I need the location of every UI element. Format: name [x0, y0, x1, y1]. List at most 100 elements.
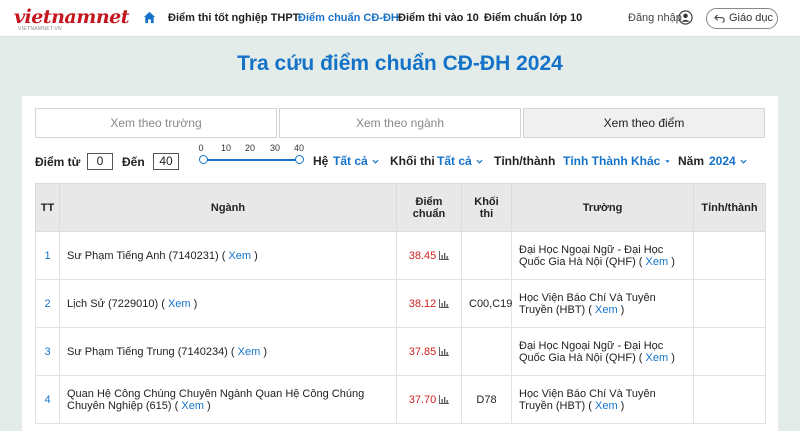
- cell-tinh-thanh: [693, 327, 766, 376]
- user-icon[interactable]: [678, 10, 693, 25]
- score-value: 37.70: [408, 393, 437, 406]
- bar-chart-icon[interactable]: [439, 346, 450, 356]
- slider-tick-label: 40: [293, 143, 305, 153]
- nav-item-diem-chuan-lop-10[interactable]: Điểm chuẩn lớp 10: [484, 12, 582, 24]
- score-value: 38.45: [408, 249, 437, 262]
- cell-nganh: Lịch Sử (7229010) ( Xem ): [59, 279, 397, 328]
- header-khoi-line1: Khối: [474, 195, 499, 208]
- filter-bar: Điểm từ 0 Đến 40 Hệ Tất cả Khối thi Tất …: [35, 148, 765, 176]
- xem-link[interactable]: Xem: [646, 352, 669, 364]
- page-title: Tra cứu điểm chuẩn CĐ-ĐH 2024: [237, 52, 563, 75]
- score-from-input[interactable]: 0: [87, 153, 113, 170]
- chevron-down-icon: [372, 159, 379, 164]
- tinh-thanh-label: Tỉnh/thành: [494, 154, 556, 168]
- tinh-thanh-select[interactable]: Tỉnh Thành Khác: [563, 154, 671, 168]
- header-truong: Trường: [511, 183, 694, 232]
- header-diem-chuan: Điểm chuẩn: [396, 183, 462, 232]
- cell-tinh-thanh: [693, 231, 766, 280]
- khoi-thi-select[interactable]: Tất cả: [437, 154, 483, 168]
- bar-chart-icon[interactable]: [439, 298, 450, 308]
- truong-name: Học Viện Báo Chí Và Tuyên Truyền (HBT): [519, 291, 656, 316]
- caret-down-icon: [665, 160, 671, 163]
- truong-name: Đại Học Ngoại Ngữ - Đại Học Quốc Gia Hà …: [519, 243, 664, 268]
- header-khoi-thi: Khối thi: [461, 183, 512, 232]
- cell-nganh: Quan Hệ Công Chúng Chuyên Ngành Quan Hệ …: [59, 375, 397, 424]
- cell-khoi-thi: D78: [461, 375, 512, 424]
- logo-text: vietnamnet: [14, 6, 130, 28]
- xem-link[interactable]: Xem: [228, 250, 251, 262]
- cell-khoi-thi: [461, 327, 512, 376]
- cell-tt: 2: [35, 279, 60, 328]
- bar-chart-icon[interactable]: [439, 394, 450, 404]
- cell-diem-chuan: 37.70: [396, 375, 462, 424]
- cell-diem-chuan: 38.45: [396, 231, 462, 280]
- cell-diem-chuan: 37.85: [396, 327, 462, 376]
- login-link[interactable]: Đăng nhập: [628, 12, 682, 24]
- score-value: 38.12: [408, 297, 437, 310]
- cell-tinh-thanh: [693, 279, 766, 328]
- cell-tt: 4: [35, 375, 60, 424]
- khoi-thi-label: Khối thi: [390, 154, 435, 168]
- back-arrow-icon: [714, 14, 725, 23]
- home-icon[interactable]: [143, 11, 156, 24]
- khoi-thi-select-value: Tất cả: [437, 154, 472, 168]
- table-header-row: TT Ngành Điểm chuẩn Khối thi Trường Tỉnh/t…: [35, 183, 766, 232]
- nav-item-diem-thi-vao-10[interactable]: Điểm thi vào 10: [398, 12, 479, 24]
- header-khoi-line2: thi: [479, 207, 494, 220]
- cell-truong: Đại Học Ngoại Ngữ - Đại Học Quốc Gia Hà …: [511, 327, 694, 376]
- tab-xem-theo-truong[interactable]: Xem theo trường: [35, 108, 277, 138]
- cell-diem-chuan: 38.12: [396, 279, 462, 328]
- nam-select[interactable]: 2024: [709, 154, 747, 168]
- xem-link[interactable]: Xem: [238, 346, 261, 358]
- he-select-value: Tất cả: [333, 154, 368, 168]
- cell-truong: Học Viện Báo Chí Và Tuyên Truyền (HBT) (…: [511, 375, 694, 424]
- header-diem-line2: chuẩn: [412, 207, 446, 220]
- nav-item-diem-thi-thpt[interactable]: Điểm thi tốt nghiệp THPT: [168, 12, 299, 24]
- slider-tick-label: 10: [220, 143, 232, 153]
- nganh-name: Quan Hệ Công Chúng Chuyên Ngành Quan Hệ …: [67, 387, 365, 412]
- tab-xem-theo-nganh[interactable]: Xem theo ngành: [279, 108, 521, 138]
- he-select[interactable]: Tất cả: [333, 154, 379, 168]
- logo-subtext: VIETNAMNET.VN: [18, 26, 62, 32]
- tab-xem-theo-diem[interactable]: Xem theo điểm: [523, 108, 765, 138]
- slider-track: [203, 159, 300, 161]
- cell-tt: 3: [35, 327, 60, 376]
- giao-duc-button[interactable]: Giáo dục: [706, 8, 778, 29]
- score-range-slider[interactable]: 0 10 20 30 40: [198, 143, 305, 165]
- nganh-name: Sư Phạm Tiếng Anh (7140231): [67, 249, 219, 262]
- score-from-label: Điểm từ: [35, 155, 81, 169]
- score-to-label: Đến: [122, 155, 145, 169]
- score-to-input[interactable]: 40: [153, 153, 179, 170]
- xem-link[interactable]: Xem: [181, 400, 204, 412]
- cell-nganh: Sư Phạm Tiếng Trung (7140234) ( Xem ): [59, 327, 397, 376]
- cell-khoi-thi: [461, 231, 512, 280]
- xem-link[interactable]: Xem: [595, 400, 618, 412]
- view-tabs: Xem theo trường Xem theo ngành Xem theo …: [35, 108, 765, 138]
- nam-select-value: 2024: [709, 154, 736, 168]
- cell-truong: Đại Học Ngoại Ngữ - Đại Học Quốc Gia Hà …: [511, 231, 694, 280]
- nganh-name: Sư Phạm Tiếng Trung (7140234): [67, 345, 228, 358]
- xem-link[interactable]: Xem: [595, 304, 618, 316]
- header-nganh: Ngành: [59, 183, 397, 232]
- slider-min-handle[interactable]: [199, 155, 208, 164]
- he-label: Hệ: [313, 154, 329, 168]
- slider-tick-label: 30: [269, 143, 281, 153]
- cell-khoi-thi: C00,C19: [461, 279, 512, 328]
- nav-item-diem-chuan-cd-dh[interactable]: Điểm chuẩn CĐ-ĐH: [298, 12, 399, 24]
- site-logo[interactable]: vietnamnet VIETNAMNET.VN: [14, 6, 130, 32]
- bar-chart-icon[interactable]: [439, 250, 450, 260]
- slider-tick-label: 0: [198, 143, 204, 153]
- cell-nganh: Sư Phạm Tiếng Anh (7140231) ( Xem ): [59, 231, 397, 280]
- results-table: TT Ngành Điểm chuẩn Khối thi Trường Tỉnh/t…: [35, 183, 766, 424]
- slider-max-handle[interactable]: [295, 155, 304, 164]
- cell-tt: 1: [35, 231, 60, 280]
- xem-link[interactable]: Xem: [168, 298, 191, 310]
- header-diem-line1: Điểm: [415, 195, 443, 208]
- truong-name: Đại Học Ngoại Ngữ - Đại Học Quốc Gia Hà …: [519, 339, 664, 364]
- header-tt: TT: [35, 183, 60, 232]
- nganh-name: Lịch Sử (7229010): [67, 297, 159, 310]
- slider-tick-label: 20: [244, 143, 256, 153]
- table-row: 1 Sư Phạm Tiếng Anh (7140231) ( Xem ) 38…: [35, 231, 766, 280]
- xem-link[interactable]: Xem: [646, 256, 669, 268]
- chevron-down-icon: [740, 159, 747, 164]
